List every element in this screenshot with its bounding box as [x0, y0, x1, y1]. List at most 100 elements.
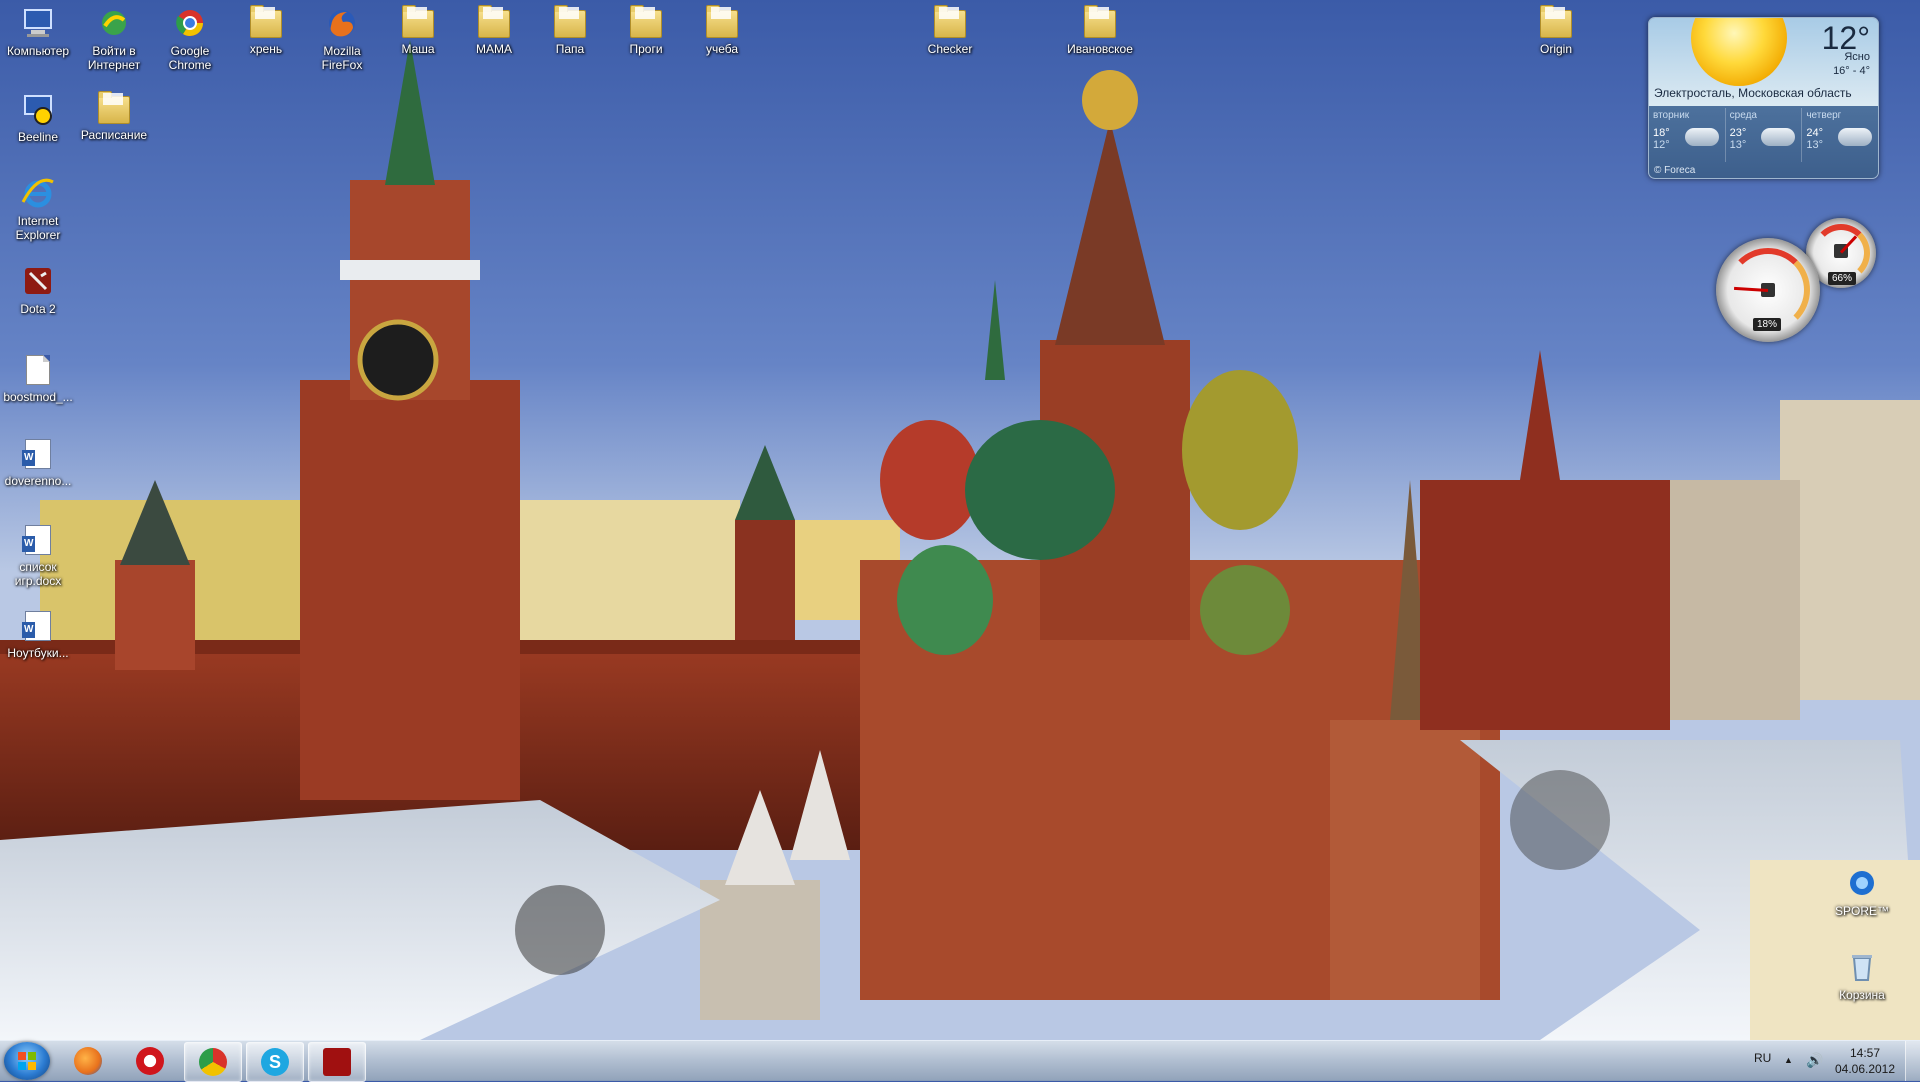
forecast-day: четверг 24° 13° [1802, 108, 1878, 162]
taskbar-button-opera[interactable] [122, 1042, 178, 1080]
rain-icon [1838, 128, 1873, 146]
folder-icon [98, 91, 130, 124]
weather-gadget[interactable]: 12° Ясно 16° - 4° Электросталь, Московск… [1648, 17, 1879, 179]
desktop-icon-folder-ivanovskoe[interactable]: Ивановское [1062, 5, 1138, 56]
cpu-readout: 18% [1753, 318, 1782, 331]
desktop-icon-dota2[interactable]: Dota 2 [0, 264, 76, 316]
icon-label: Проги [629, 42, 663, 56]
folder-icon [1540, 5, 1572, 38]
folder-icon [402, 5, 434, 38]
dota2-icon [25, 268, 51, 294]
opera-icon [136, 1047, 164, 1075]
desktop-icon-folder-mama[interactable]: МАМА [456, 5, 532, 56]
desktop-icon-folder-raspisanie[interactable]: Расписание [76, 91, 152, 142]
taskbar-button-firefox[interactable] [60, 1042, 116, 1080]
folder-icon [478, 5, 510, 38]
weather-current-panel: 12° Ясно 16° - 4° Электросталь, Московск… [1649, 18, 1878, 106]
folder-icon [934, 5, 966, 38]
icon-label: Internet Explorer [15, 214, 61, 242]
show-hidden-icons-button[interactable]: ▲ [1784, 1055, 1793, 1065]
recycle-bin-icon [1852, 955, 1872, 981]
desktop-icon-internet-connect[interactable]: Войти в Интернет [76, 6, 152, 72]
taskbar-button-chrome[interactable] [184, 1042, 242, 1082]
desktop-icon-folder-progi[interactable]: Проги [608, 5, 684, 56]
start-button[interactable] [4, 1042, 50, 1080]
desktop-icon-doverennost[interactable]: W doverenno... [0, 436, 76, 488]
icon-label: Checker [927, 42, 973, 56]
desktop-wallpaper [0, 0, 1920, 1040]
memory-readout: 66% [1828, 272, 1857, 285]
icon-label: SPORE™ [1834, 904, 1889, 918]
cpu-gauge[interactable]: 18% [1716, 238, 1820, 342]
show-desktop-button[interactable] [1905, 1041, 1920, 1081]
rain-icon [1761, 128, 1796, 146]
desktop-icon-spisok-igr[interactable]: W список игр.docx [0, 522, 76, 588]
clock-date: 04.06.2012 [1834, 1062, 1896, 1076]
folder-icon [706, 5, 738, 38]
desktop-icon-computer[interactable]: Компьютер [0, 6, 76, 58]
icon-label: учеба [705, 42, 739, 56]
desktop-icon-folder-origin[interactable]: Origin [1518, 5, 1594, 56]
skype-icon: S [261, 1048, 289, 1076]
computer-icon [24, 9, 52, 37]
desktop-icon-google-chrome[interactable]: Google Chrome [152, 6, 228, 72]
icon-label: doverenno... [4, 474, 72, 488]
folder-icon [1084, 5, 1116, 38]
internet-connect-icon [102, 11, 126, 35]
desktop-icon-recycle-bin[interactable]: Корзина [1824, 950, 1900, 1002]
icon-label: Расписание [80, 128, 148, 142]
sun-icon [1691, 18, 1787, 86]
icon-label: Папа [555, 42, 585, 56]
forecast-day-name: среда [1729, 110, 1757, 121]
chrome-icon [176, 10, 204, 37]
icon-label: Компьютер [6, 44, 70, 58]
weather-provider: © Foreca [1654, 165, 1696, 176]
icon-label: Маша [401, 42, 435, 56]
weather-range: 16° - 4° [1833, 65, 1870, 77]
desktop-icon-folder-papa[interactable]: Папа [532, 5, 608, 56]
taskbar: S RU ▲ 🔊 14:57 04.06.2012 [0, 1040, 1920, 1082]
icon-label: Dota 2 [20, 302, 56, 316]
spore-icon [1850, 871, 1874, 895]
file-icon [26, 355, 50, 385]
desktop-icon-folder-masha[interactable]: Маша [380, 5, 456, 56]
desktop-icon-spore[interactable]: SPORE™ [1824, 866, 1900, 918]
windows-logo-icon [18, 1052, 36, 1070]
language-indicator[interactable]: RU [1754, 1051, 1771, 1065]
desktop-icon-firefox[interactable]: Mozilla FireFox [304, 6, 380, 72]
desktop-icon-noutbuki[interactable]: W Ноутбуки... [0, 608, 76, 660]
dota2-icon [323, 1048, 351, 1076]
internet-explorer-icon [21, 178, 54, 208]
taskbar-button-skype[interactable]: S [246, 1042, 304, 1082]
word-document-icon: W [22, 439, 51, 469]
desktop-icon-internet-explorer[interactable]: Internet Explorer [0, 176, 76, 242]
firefox-icon [74, 1047, 102, 1075]
desktop-icon-beeline[interactable]: Beeline [0, 92, 76, 144]
speaker-icon[interactable]: 🔊 [1806, 1052, 1823, 1069]
icon-label: Ноутбуки... [7, 646, 69, 660]
icon-label: Origin [1539, 42, 1572, 56]
chrome-icon [199, 1048, 227, 1076]
weather-location: Электросталь, Московская область [1654, 86, 1852, 100]
icon-label: Google Chrome [168, 44, 212, 72]
word-document-icon: W [22, 611, 51, 641]
forecast-day: вторник 18° 12° [1649, 108, 1726, 162]
desktop-icon-folder-hren[interactable]: хрень [228, 5, 304, 56]
folder-icon [630, 5, 662, 38]
desktop-icon-folder-checker[interactable]: Checker [912, 5, 988, 56]
weather-condition: Ясно [1844, 51, 1870, 63]
folder-icon [250, 5, 282, 38]
icon-label: Beeline [17, 130, 59, 144]
icon-label: список игр.docx [14, 560, 62, 588]
icon-label: Mozilla FireFox [321, 44, 363, 72]
icon-label: Корзина [1839, 988, 1885, 1002]
forecast-day-name: вторник [1653, 110, 1690, 121]
forecast-day: среда 23° 13° [1726, 108, 1803, 162]
desktop-icon-folder-ucheba[interactable]: учеба [684, 5, 760, 56]
beeline-icon [24, 95, 52, 125]
desktop-icon-boostmod[interactable]: boostmod_... [0, 352, 76, 404]
taskbar-button-dota2[interactable] [308, 1042, 366, 1082]
firefox-icon [329, 10, 355, 37]
system-clock[interactable]: 14:57 04.06.2012 [1833, 1045, 1897, 1077]
icon-label: boostmod_... [3, 390, 73, 404]
